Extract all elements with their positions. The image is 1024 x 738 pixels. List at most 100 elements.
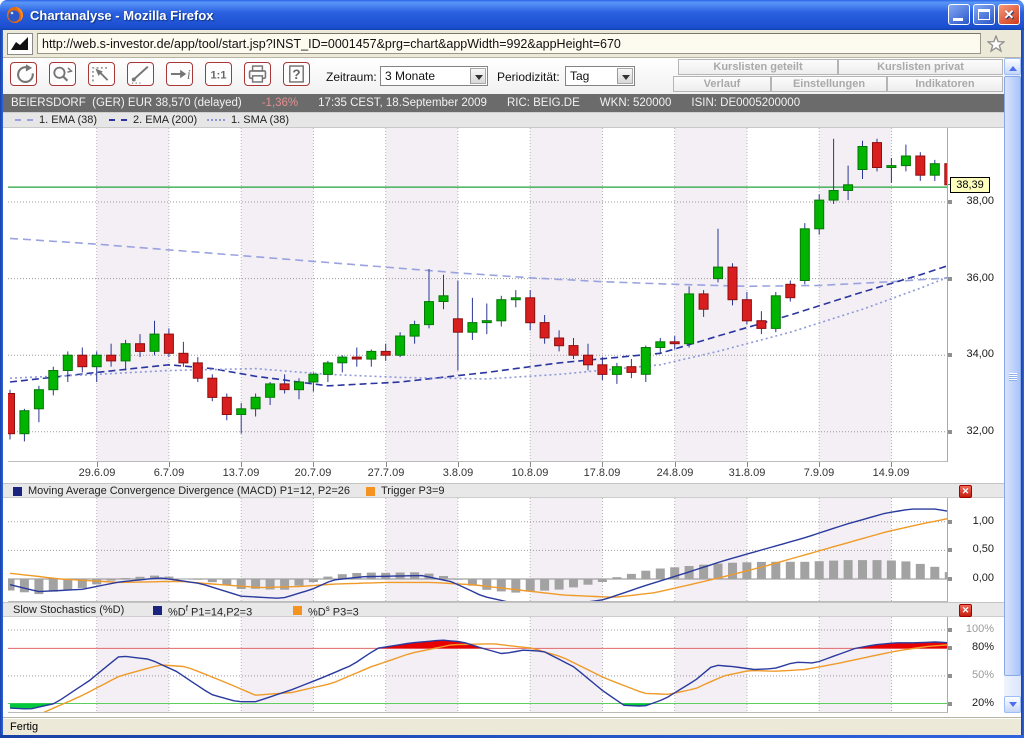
macd-histogram-bar [107,579,116,581]
line-tool-button[interactable] [127,62,154,86]
macd-histogram-bar [121,578,130,579]
verlauf-button[interactable]: Verlauf [673,76,771,92]
week-shading-band [241,128,313,462]
info-tool-button[interactable]: i [166,62,193,86]
ric-code: RIC: BEIG.DE [507,97,580,109]
kurslisten-privat-button[interactable]: Kurslisten privat [838,59,1003,75]
zeitraum-value: 3 Monate [385,69,435,83]
x-axis-label: 31.8.09 [717,467,777,479]
svg-text:i: i [187,67,191,82]
macd-histogram-bar [800,562,809,579]
macd-histogram-bar [627,574,636,579]
macd-histogram-bar [280,579,289,590]
macd-histogram-bar [786,562,795,579]
y-axis-label: 50% [950,669,994,681]
macd-histogram-bar [497,579,506,591]
macd-histogram-bar [930,567,939,579]
gridline-end-mark [948,277,952,281]
maximize-button[interactable] [973,4,995,25]
week-shading-band [241,617,313,713]
candle [34,386,43,422]
candle [786,281,795,302]
candlestick-chart[interactable] [8,128,948,462]
window-title: Chartanalyse - Mozilla Firefox [30,8,214,23]
isin-code: ISIN: DE0005200000 [691,97,800,109]
periodizitaet-select[interactable]: Tag [565,66,635,86]
macd-histogram-bar [309,579,318,582]
gridline-end-mark [948,646,952,650]
candle [78,348,87,373]
stochastics-chart[interactable] [8,617,948,713]
vertical-scrollbar[interactable] [1004,58,1021,713]
einstellungen-button[interactable]: Einstellungen [771,76,887,92]
candle [656,338,665,353]
url-input[interactable] [37,33,981,54]
scroll-up-icon[interactable] [1004,58,1021,75]
y-axis-label: 36,00 [950,272,994,284]
scale-1-1-tool-button[interactable]: 1:1 [205,62,232,86]
gridline-end-mark [948,674,952,678]
macd-histogram-bar [656,569,665,580]
candle [8,390,15,440]
candle [482,304,491,335]
macd-histogram-bar [815,561,824,579]
zoom-tool-button[interactable] [49,62,76,86]
candle [222,394,231,421]
title-bar[interactable]: Chartanalyse - Mozilla Firefox ✕ [0,0,1024,30]
kurslisten-geteilt-button[interactable]: Kurslisten geteilt [678,59,838,75]
stochastics-panel-header: Slow Stochastics (%D) %Df P1=14,P2=3 %Ds… [3,602,1004,617]
macd-trigger-label: Trigger P3=9 [381,485,445,497]
macd-histogram-bar [63,579,72,590]
x-axis-label: 20.7.09 [283,467,343,479]
instrument-name: BEIERSDORF (GER) EUR 38,570 (delayed) [11,97,242,109]
bookmark-star-icon[interactable] [987,35,1005,53]
scroll-down-icon[interactable] [1004,696,1021,713]
x-axis-label: 10.8.09 [500,467,560,479]
macd-histogram-bar [858,560,867,579]
chevron-down-icon[interactable] [470,68,486,84]
macd-histogram-bar [844,560,853,579]
window-border-left [0,30,3,738]
candle [815,194,824,234]
macd-histogram-bar [193,579,202,580]
y-axis-label: 32,00 [950,425,994,437]
close-button[interactable]: ✕ [998,4,1020,25]
x-axis-label: 13.7.09 [211,467,271,479]
select-tool-button[interactable] [88,62,115,86]
indikatoren-button[interactable]: Indikatoren [887,76,1003,92]
minimize-button[interactable] [948,4,970,25]
x-axis-label: 7.9.09 [789,467,849,479]
y-axis-label: 0,00 [950,572,994,584]
gridline-end-mark [948,628,952,632]
chevron-down-icon[interactable] [617,68,633,84]
candle [396,332,405,357]
x-axis-label: 27.7.09 [356,467,416,479]
svg-text:?: ? [292,67,300,82]
print-tool-button[interactable] [244,62,271,86]
macd-chart[interactable] [8,498,948,602]
zeitraum-select[interactable]: 3 Monate [380,66,488,86]
candle [930,160,939,181]
help-tool-button[interactable]: ? [283,62,310,86]
scrollbar-thumb[interactable] [1004,76,1021,676]
firefox-icon [6,6,24,24]
macd-histogram-bar [612,577,621,579]
candle [497,296,506,327]
x-axis-label: 6.7.09 [139,467,199,479]
stoch-d-fast-swatch-icon [153,606,162,615]
stochastics-close-icon[interactable]: ✕ [959,604,972,617]
macd-histogram-bar [179,579,188,580]
macd-histogram-bar [323,577,332,579]
macd-histogram-bar [569,579,578,587]
macd-histogram-bar [237,579,246,589]
refresh-tool-button[interactable] [10,62,37,86]
gridline-end-mark [948,548,952,552]
macd-histogram-bar [873,560,882,579]
candle [208,374,217,401]
macd-close-icon[interactable]: ✕ [959,485,972,498]
macd-histogram-bar [555,579,564,590]
x-axis-label: 24.8.09 [645,467,705,479]
week-shading-band [97,128,169,462]
gridline-end-mark [948,702,952,706]
status-bar: Fertig [3,718,1021,735]
